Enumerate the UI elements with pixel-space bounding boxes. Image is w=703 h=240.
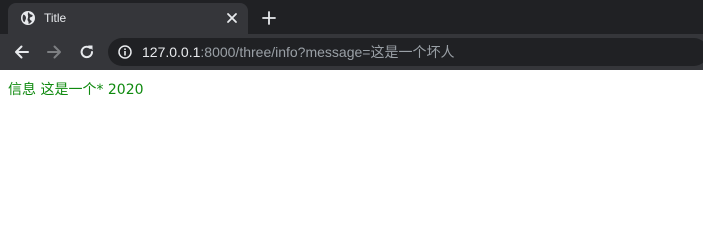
tab-active[interactable]: Title — [8, 3, 248, 34]
page-content: 信息 这是一个* 2020 — [0, 70, 703, 212]
tab-strip: Title — [0, 0, 703, 34]
url-host: 127.0.0.1 — [142, 44, 201, 60]
globe-icon — [21, 11, 35, 25]
reload-icon[interactable] — [77, 42, 97, 62]
message-text: 信息 这是一个* 2020 — [8, 82, 144, 98]
address-bar[interactable]: 127.0.0.1:8000/three/info?message=这是一个坏人 — [108, 38, 703, 66]
arrow-right-icon[interactable] — [44, 42, 64, 62]
url-text[interactable]: 127.0.0.1:8000/three/info?message=这是一个坏人 — [142, 43, 454, 61]
info-icon[interactable] — [118, 45, 132, 59]
toolbar: 127.0.0.1:8000/three/info?message=这是一个坏人 — [0, 34, 703, 70]
close-icon[interactable] — [224, 10, 240, 26]
tab-title: Title — [44, 11, 67, 25]
arrow-left-icon[interactable] — [12, 42, 32, 62]
browser-window: Title 127.0.0.1:8000/three/info?message=… — [0, 0, 703, 212]
plus-icon[interactable] — [259, 8, 279, 28]
url-path: :8000/three/info?message=这是一个坏人 — [200, 44, 455, 60]
